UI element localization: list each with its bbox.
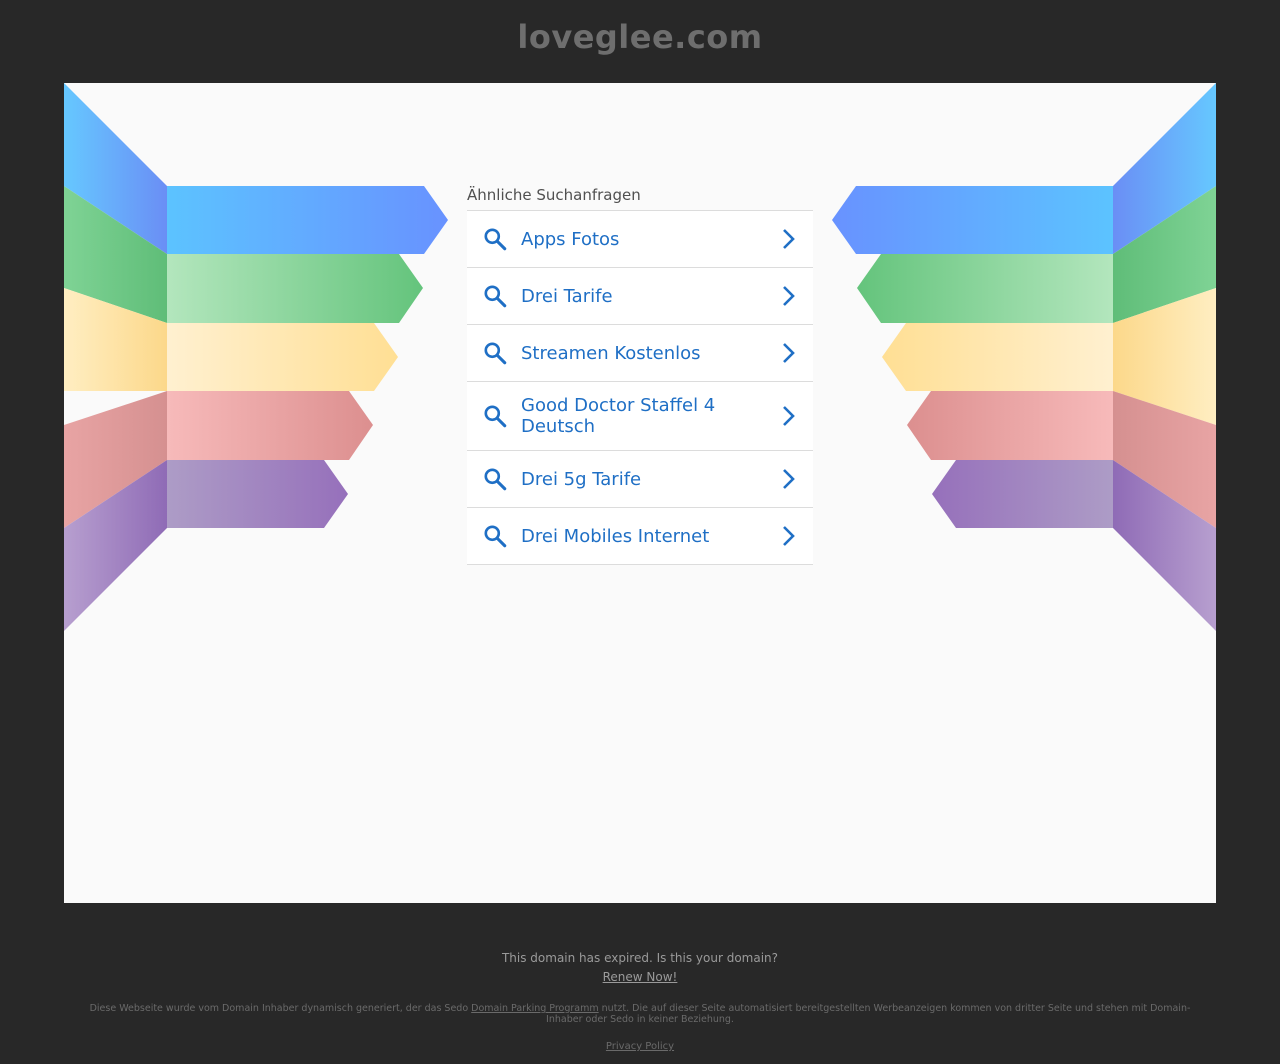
left-ribbon-purple (167, 460, 348, 528)
disclaimer: Diese Webseite wurde vom Domain Inhaber … (80, 1003, 1200, 1025)
related-searches: Ähnliche Suchanfragen Apps Fotos Drei Ta… (467, 185, 813, 565)
search-icon (484, 285, 507, 308)
right-ribbon-purple (932, 460, 1113, 528)
domain-title: loveglee.com (517, 18, 763, 56)
chevron-right-icon (783, 286, 795, 306)
related-search-label: Apps Fotos (521, 228, 620, 250)
left-ribbon-red (167, 391, 373, 460)
related-searches-heading: Ähnliche Suchanfragen (467, 185, 813, 211)
domain-parking-program-link[interactable]: Domain Parking Programm (471, 1003, 598, 1014)
search-icon (484, 468, 507, 491)
disclaimer-text-after: nutzt. Die auf dieser Seite automatisier… (546, 1003, 1191, 1025)
related-search-item[interactable]: Good Doctor Staffel 4 Deutsch (467, 382, 813, 451)
related-searches-list: Apps Fotos Drei Tarife Streamen Kostenlo… (467, 211, 813, 565)
right-ribbon-blue (832, 186, 1113, 254)
related-search-label: Good Doctor Staffel 4 Deutsch (521, 395, 716, 437)
related-search-item[interactable]: Streamen Kostenlos (467, 325, 813, 382)
related-search-label: Drei Mobiles Internet (521, 525, 710, 547)
disclaimer-text-before: Diese Webseite wurde vom Domain Inhaber … (89, 1003, 472, 1014)
renew-now-link[interactable]: Renew Now! (603, 970, 678, 984)
related-search-label: Drei 5g Tarife (521, 468, 642, 490)
related-search-item[interactable]: Drei 5g Tarife (467, 451, 813, 508)
right-ribbon-green (857, 254, 1113, 323)
related-search-item[interactable]: Apps Fotos (467, 211, 813, 268)
search-icon (484, 228, 507, 251)
right-ribbon-yellow (882, 323, 1113, 391)
right-ribbon-red (907, 391, 1113, 460)
related-search-item[interactable]: Drei Tarife (467, 268, 813, 325)
chevron-right-icon (783, 469, 795, 489)
chevron-right-icon (783, 406, 795, 426)
search-icon (484, 525, 507, 548)
privacy-policy-link[interactable]: Privacy Policy (606, 1041, 674, 1052)
related-search-item[interactable]: Drei Mobiles Internet (467, 508, 813, 565)
related-search-label: Drei Tarife (521, 285, 613, 307)
search-icon (484, 342, 507, 365)
chevron-right-icon (783, 229, 795, 249)
chevron-right-icon (783, 343, 795, 363)
left-ribbon-green (167, 254, 423, 323)
footer: This domain has expired. Is this your do… (0, 951, 1280, 985)
domain-expired-message: This domain has expired. Is this your do… (501, 951, 779, 965)
chevron-right-icon (783, 526, 795, 546)
content-panel: Ähnliche Suchanfragen Apps Fotos Drei Ta… (64, 83, 1216, 903)
search-icon (484, 405, 507, 428)
related-search-label: Streamen Kostenlos (521, 342, 701, 364)
left-ribbon-blue (167, 186, 448, 254)
privacy-policy: Privacy Policy (0, 1041, 1280, 1052)
left-ribbon-yellow (167, 323, 398, 391)
